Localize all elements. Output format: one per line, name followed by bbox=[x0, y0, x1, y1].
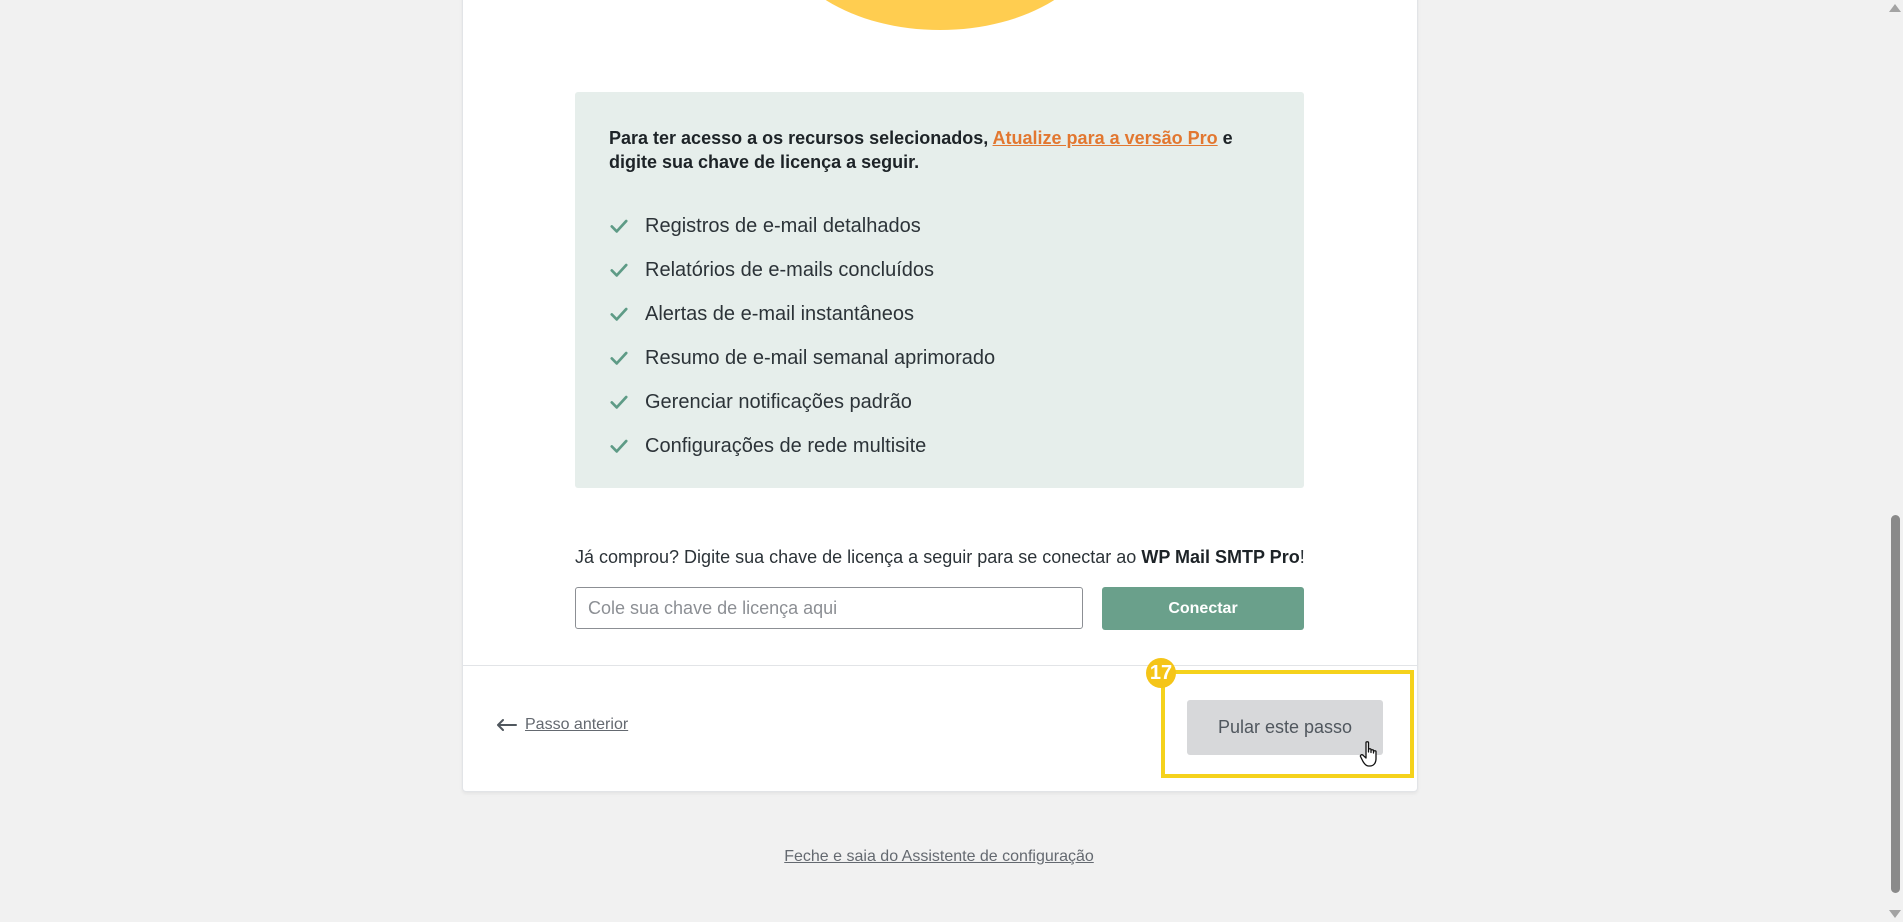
exit-wizard-container: Feche e saia do Assistente de configuraç… bbox=[0, 848, 1878, 866]
upgrade-intro-before: Para ter acesso a os recursos selecionad… bbox=[609, 128, 993, 148]
check-icon bbox=[609, 304, 629, 324]
arrow-left-icon bbox=[497, 719, 517, 731]
feature-item: Alertas de e-mail instantâneos bbox=[609, 292, 995, 336]
upgrade-intro: Para ter acesso a os recursos selecionad… bbox=[609, 126, 1269, 174]
feature-label: Alertas de e-mail instantâneos bbox=[645, 302, 915, 325]
step-number-badge: 17 bbox=[1146, 658, 1176, 688]
previous-step-link[interactable]: Passo anterior bbox=[495, 716, 628, 734]
hand-cursor-icon bbox=[1359, 741, 1377, 767]
license-prompt-after: ! bbox=[1299, 547, 1305, 567]
feature-label: Configurações de rede multisite bbox=[645, 434, 927, 457]
check-icon bbox=[609, 260, 629, 280]
upgrade-pro-link[interactable]: Atualize para a versão Pro bbox=[993, 128, 1218, 148]
scroll-down-arrow-icon[interactable] bbox=[1889, 910, 1901, 918]
check-icon bbox=[609, 216, 629, 236]
viewport: Para ter acesso a os recursos selecionad… bbox=[0, 0, 1903, 922]
pro-features-box: Para ter acesso a os recursos selecionad… bbox=[575, 92, 1304, 488]
check-icon bbox=[609, 392, 629, 412]
product-name: WP Mail SMTP Pro bbox=[1141, 547, 1300, 567]
license-key-input[interactable] bbox=[575, 587, 1083, 629]
feature-item: Gerenciar notificações padrão bbox=[609, 380, 995, 424]
feature-label: Resumo de e-mail semanal aprimorado bbox=[645, 346, 996, 369]
check-icon bbox=[609, 436, 629, 456]
vertical-scrollbar[interactable] bbox=[1888, 0, 1903, 922]
license-prompt-before: Já comprou? Digite sua chave de licença … bbox=[575, 547, 1142, 567]
skip-step-button[interactable]: Pular este passo bbox=[1187, 700, 1383, 755]
feature-label: Gerenciar notificações padrão bbox=[645, 390, 912, 413]
feature-item: Registros de e-mail detalhados bbox=[609, 204, 995, 248]
exit-wizard-link[interactable]: Feche e saia do Assistente de configuraç… bbox=[784, 848, 1094, 865]
check-icon bbox=[609, 348, 629, 368]
features-list: Registros de e-mail detalhados Relatório… bbox=[609, 204, 995, 468]
feature-item: Configurações de rede multisite bbox=[609, 424, 995, 468]
feature-label: Relatórios de e-mails concluídos bbox=[645, 258, 935, 281]
footer-divider bbox=[463, 665, 1417, 666]
license-prompt: Já comprou? Digite sua chave de licença … bbox=[575, 545, 1335, 569]
scrollbar-thumb[interactable] bbox=[1891, 515, 1900, 893]
scroll-up-arrow-icon[interactable] bbox=[1889, 4, 1901, 12]
feature-label: Registros de e-mail detalhados bbox=[645, 214, 921, 237]
feature-item: Resumo de e-mail semanal aprimorado bbox=[609, 336, 995, 380]
previous-step-label: Passo anterior bbox=[525, 716, 629, 733]
feature-item: Relatórios de e-mails concluídos bbox=[609, 248, 995, 292]
connect-button[interactable]: Conectar bbox=[1102, 587, 1304, 630]
